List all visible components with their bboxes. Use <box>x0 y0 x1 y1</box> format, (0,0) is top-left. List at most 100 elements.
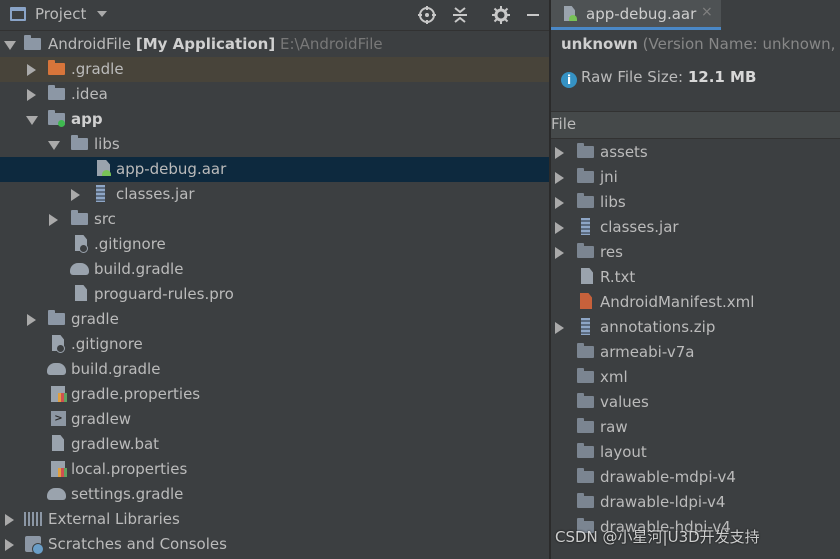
expand-arrow-icon[interactable] <box>49 214 58 226</box>
tree-item-src[interactable]: src <box>0 207 549 232</box>
entry-armeabi-v7a[interactable]: armeabi-v7a <box>551 340 840 365</box>
scratches-icon <box>25 536 44 555</box>
tree-item-gradle-properties[interactable]: gradle.properties <box>0 382 549 407</box>
tree-item-gitignore[interactable]: .gitignore <box>0 232 549 257</box>
tree-item-gradle[interactable]: gradle <box>0 307 549 332</box>
folder-icon <box>71 210 88 225</box>
tree-item-label: gradle.properties <box>71 385 201 403</box>
gradle-elephant-icon <box>47 488 66 500</box>
tree-item-path: E:\AndroidFile <box>279 35 383 53</box>
editor-panel: app-debug.aar × unknown (Version Name: u… <box>551 0 840 559</box>
entry-classes-jar[interactable]: classes.jar <box>551 215 840 240</box>
tree-item-root-build-gradle[interactable]: build.gradle <box>0 357 549 382</box>
tree-item-label: .gitignore <box>94 235 166 253</box>
tree-item-label: app-debug.aar <box>116 160 227 178</box>
tree-item-local-properties[interactable]: local.properties <box>0 457 549 482</box>
expand-arrow-icon[interactable] <box>555 222 564 234</box>
shell-script-icon: > <box>51 411 66 426</box>
ignore-mark-icon <box>79 244 88 253</box>
expand-arrow-icon[interactable] <box>555 247 564 259</box>
expand-arrow-icon[interactable] <box>27 314 36 326</box>
entry-res[interactable]: res <box>551 240 840 265</box>
minimize-icon[interactable] <box>522 4 544 26</box>
jar-icon <box>581 218 590 235</box>
expand-arrow-icon[interactable] <box>5 514 14 526</box>
expand-arrow-icon[interactable] <box>555 322 564 334</box>
expand-arrow-icon[interactable] <box>27 64 36 76</box>
properties-file-icon <box>51 461 67 477</box>
tree-item-label: .gitignore <box>71 335 143 353</box>
project-panel: Project AndroidFile [My Application] E:\… <box>0 0 549 559</box>
tree-item-libs[interactable]: libs <box>0 132 549 157</box>
folder-icon <box>577 168 594 183</box>
tree-item-label: src <box>94 210 116 228</box>
expand-arrow-icon[interactable] <box>71 189 80 201</box>
expand-arrow-icon[interactable] <box>26 116 38 125</box>
entry-r-txt[interactable]: R.txt <box>551 265 840 290</box>
expand-arrow-icon[interactable] <box>4 41 16 50</box>
tree-item-dot-gradle[interactable]: .gradle <box>0 57 549 82</box>
locate-target-icon[interactable] <box>416 4 438 26</box>
tree-item-root-gitignore[interactable]: .gitignore <box>0 332 549 357</box>
entry-label: drawable-mdpi-v4 <box>600 468 736 486</box>
tree-item-external-libraries[interactable]: External Libraries <box>0 507 549 532</box>
entry-layout[interactable]: layout <box>551 440 840 465</box>
entry-assets[interactable]: assets <box>551 140 840 165</box>
expand-arrow-icon[interactable] <box>5 539 14 551</box>
libraries-icon <box>24 512 42 526</box>
folder-icon <box>577 343 594 358</box>
folder-icon <box>577 418 594 433</box>
tree-item-gradlew[interactable]: > gradlew <box>0 407 549 432</box>
tree-item-androidfile[interactable]: AndroidFile [My Application] E:\AndroidF… <box>0 32 549 57</box>
tree-item-label: local.properties <box>71 460 188 478</box>
properties-file-icon <box>51 386 67 402</box>
tree-item-gradlew-bat[interactable]: gradlew.bat <box>0 432 549 457</box>
tab-app-debug-aar[interactable]: app-debug.aar × <box>551 0 721 30</box>
tree-item-classes-jar[interactable]: classes.jar <box>0 182 549 207</box>
chevron-down-icon[interactable] <box>97 11 107 17</box>
zip-icon <box>581 318 590 335</box>
expand-arrow-icon[interactable] <box>27 89 36 101</box>
tree-item-label: gradle <box>71 310 119 328</box>
close-icon[interactable]: × <box>701 4 713 20</box>
collapse-all-icon[interactable] <box>449 4 471 26</box>
resource-folder-icon <box>577 243 594 258</box>
info-icon: i <box>561 72 577 88</box>
summary-name: unknown <box>561 35 638 53</box>
entry-xml[interactable]: xml <box>551 365 840 390</box>
tree-item-settings-gradle[interactable]: settings.gradle <box>0 482 549 507</box>
expand-arrow-icon[interactable] <box>555 172 564 184</box>
expand-arrow-icon[interactable] <box>48 141 60 150</box>
folder-icon <box>577 143 594 158</box>
tree-item-app[interactable]: app <box>0 107 549 132</box>
tree-item-build-gradle[interactable]: build.gradle <box>0 257 549 282</box>
tree-item-app-debug-aar[interactable]: app-debug.aar <box>0 157 549 182</box>
entry-drawable-ldpi[interactable]: drawable-ldpi-v4 <box>551 490 840 515</box>
tree-item-label: app <box>71 110 103 128</box>
tree-item-label: gradlew <box>71 410 132 428</box>
entry-jni[interactable]: jni <box>551 165 840 190</box>
gear-icon[interactable] <box>490 4 512 26</box>
tree-item-label: .idea <box>71 85 108 103</box>
tree-item-scratches[interactable]: Scratches and Consoles <box>0 532 549 557</box>
entry-android-manifest[interactable]: AndroidManifest.xml <box>551 290 840 315</box>
entry-annotations-zip[interactable]: annotations.zip <box>551 315 840 340</box>
expand-arrow-icon[interactable] <box>555 147 564 159</box>
size-value: 12.1 MB <box>687 68 757 86</box>
entry-drawable-mdpi[interactable]: drawable-mdpi-v4 <box>551 465 840 490</box>
entry-label: jni <box>600 168 618 186</box>
summary-detail: (Version Name: unknown, Ve <box>642 35 840 53</box>
file-column-header[interactable]: File <box>551 111 840 139</box>
tree-item-idea[interactable]: .idea <box>0 82 549 107</box>
entry-libs[interactable]: libs <box>551 190 840 215</box>
tree-item-proguard-rules[interactable]: proguard-rules.pro <box>0 282 549 307</box>
tree-item-module-name: [My Application] <box>135 35 276 53</box>
expand-arrow-icon[interactable] <box>555 197 564 209</box>
project-view-icon <box>10 7 26 21</box>
android-badge-icon <box>569 15 577 21</box>
entry-raw[interactable]: raw <box>551 415 840 440</box>
entry-values[interactable]: values <box>551 390 840 415</box>
tree-item-label: build.gradle <box>94 260 184 278</box>
project-view-title[interactable]: Project <box>35 5 86 23</box>
entry-label: R.txt <box>600 268 636 286</box>
